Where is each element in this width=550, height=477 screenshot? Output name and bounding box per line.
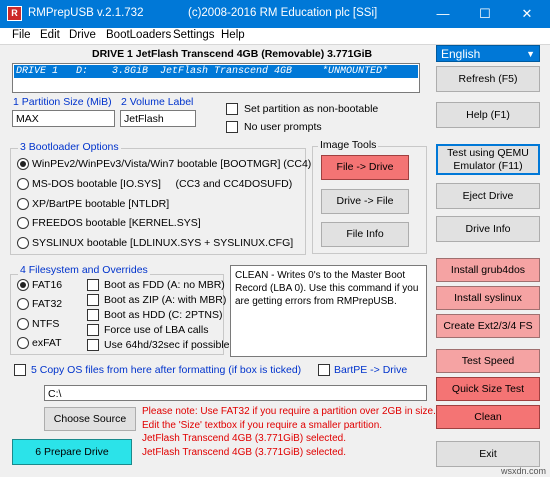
- test-qemu-button[interactable]: Test using QEMU Emulator (F11): [436, 144, 540, 175]
- file-to-drive-button[interactable]: File -> Drive: [321, 155, 409, 180]
- fs-option-fat32: FAT32: [32, 298, 63, 310]
- boot-hdd-checkbox[interactable]: [87, 309, 99, 321]
- menu-settings[interactable]: Settings: [171, 29, 217, 41]
- volume-label-label: 2 Volume Label: [121, 96, 194, 108]
- choose-source-button[interactable]: Choose Source: [44, 407, 136, 431]
- boot-fdd-label: Boot as FDD (A: no MBR): [104, 279, 225, 291]
- force-lba-label: Force use of LBA calls: [104, 324, 209, 336]
- fs-option-exfat: exFAT: [32, 337, 62, 349]
- no-prompts-label: No user prompts: [244, 121, 322, 133]
- drive-list[interactable]: DRIVE 1 D: 3.8GiB JetFlash Transcend 4GB…: [12, 63, 420, 93]
- fs-radio-fat32[interactable]: [17, 298, 29, 310]
- watermark: wsxdn.com: [500, 466, 546, 476]
- menu-bootloaders[interactable]: BootLoaders: [104, 29, 173, 41]
- maximize-icon: ☐: [479, 6, 491, 21]
- bootloader-option-winpe: WinPEv2/WinPEv3/Vista/Win7 bootable [BOO…: [32, 158, 312, 170]
- image-tools-title: Image Tools: [318, 139, 379, 151]
- bootloader-option-syslinux: SYSLINUX bootable [LDLINUX.SYS + SYSLINU…: [32, 237, 294, 249]
- use-64hd-checkbox[interactable]: [87, 339, 99, 351]
- bootloader-radio-syslinux[interactable]: [17, 237, 29, 249]
- bootloader-option-xp: XP/BartPE bootable [NTLDR]: [32, 198, 170, 210]
- boot-hdd-label: Boot as HDD (C: 2PTNS): [104, 309, 223, 321]
- bootloader-radio-xp[interactable]: [17, 198, 29, 210]
- non-bootable-label: Set partition as non-bootable: [244, 103, 379, 115]
- clean-button[interactable]: Clean: [436, 405, 540, 429]
- bootloader-radio-msdos[interactable]: [17, 178, 29, 190]
- bootloader-option-freedos: FREEDOS bootable [KERNEL.SYS]: [32, 217, 201, 229]
- no-prompts-checkbox[interactable]: [226, 121, 238, 133]
- menu-drive[interactable]: Drive: [67, 29, 98, 41]
- drive-header: DRIVE 1 JetFlash Transcend 4GB (Removabl…: [92, 48, 373, 60]
- partition-size-label: 1 Partition Size (MiB): [13, 96, 112, 108]
- bartpe-checkbox[interactable]: [318, 364, 330, 376]
- fs-radio-ntfs[interactable]: [17, 318, 29, 330]
- window-copyright: (c)2008-2016 RM Education plc [SSi]: [188, 7, 378, 19]
- boot-fdd-checkbox[interactable]: [87, 279, 99, 291]
- message-line: Please note: Use FAT32 if you require a …: [142, 406, 436, 417]
- drive-list-row[interactable]: DRIVE 1 D: 3.8GiB JetFlash Transcend 4GB…: [14, 65, 418, 78]
- copy-os-checkbox[interactable]: [14, 364, 26, 376]
- minimize-icon: —: [436, 6, 450, 21]
- eject-drive-button[interactable]: Eject Drive: [436, 183, 540, 209]
- command-info-box: CLEAN - Writes 0's to the Master Boot Re…: [230, 265, 427, 357]
- language-select[interactable]: English ▼: [436, 45, 540, 62]
- refresh-button[interactable]: Refresh (F5): [436, 66, 540, 92]
- file-info-button[interactable]: File Info: [321, 222, 409, 247]
- create-ext-fs-button[interactable]: Create Ext2/3/4 FS: [436, 314, 540, 338]
- app-icon: R: [7, 6, 22, 21]
- menu-file[interactable]: File: [10, 29, 33, 41]
- source-path-input[interactable]: C:\: [44, 385, 427, 401]
- partition-size-input[interactable]: MAX: [12, 110, 115, 127]
- message-line: JetFlash Transcend 4GB (3.771GiB) select…: [142, 446, 346, 458]
- chevron-down-icon: ▼: [526, 49, 535, 59]
- bootloader-radio-winpe[interactable]: [17, 158, 29, 170]
- menu-help[interactable]: Help: [219, 29, 247, 41]
- close-button[interactable]: ✕: [506, 0, 548, 28]
- message-area: Please note: Use FAT32 if you require a …: [142, 405, 436, 459]
- fs-radio-exfat[interactable]: [17, 337, 29, 349]
- drive-info-button[interactable]: Drive Info: [436, 216, 540, 242]
- non-bootable-checkbox[interactable]: [226, 103, 238, 115]
- minimize-button[interactable]: —: [422, 0, 464, 28]
- menu-edit[interactable]: Edit: [38, 29, 62, 41]
- menu-bar: File Edit Drive BootLoaders Settings Hel…: [0, 28, 550, 45]
- close-icon: ✕: [521, 6, 533, 21]
- copy-os-label: 5 Copy OS files from here after formatti…: [31, 364, 302, 376]
- bootloader-group-title: 3 Bootloader Options: [18, 141, 121, 153]
- install-syslinux-button[interactable]: Install syslinux: [436, 286, 540, 310]
- bartpe-label: BartPE -> Drive: [334, 364, 408, 376]
- bootloader-radio-freedos[interactable]: [17, 217, 29, 229]
- help-button[interactable]: Help (F1): [436, 102, 540, 128]
- bootloader-option-msdos: MS-DOS bootable [IO.SYS] (CC3 and CC4DOS…: [32, 178, 293, 190]
- quick-size-test-button[interactable]: Quick Size Test: [436, 377, 540, 401]
- use-64hd-label: Use 64hd/32sec if possible: [104, 339, 230, 351]
- exit-button[interactable]: Exit: [436, 441, 540, 467]
- message-line: JetFlash Transcend 4GB (3.771GiB) select…: [142, 433, 346, 444]
- prepare-drive-button[interactable]: 6 Prepare Drive: [12, 439, 132, 465]
- language-selected: English: [441, 47, 481, 61]
- boot-zip-label: Boot as ZIP (A: with MBR): [104, 294, 227, 306]
- install-grub4dos-button[interactable]: Install grub4dos: [436, 258, 540, 282]
- test-speed-button[interactable]: Test Speed: [436, 349, 540, 373]
- maximize-button[interactable]: ☐: [464, 0, 506, 28]
- volume-label-input[interactable]: JetFlash: [120, 110, 196, 127]
- boot-zip-checkbox[interactable]: [87, 294, 99, 306]
- message-line: Edit the 'Size' textbox if you require a…: [142, 419, 383, 431]
- filesystem-group-title: 4 Filesystem and Overrides: [18, 264, 150, 276]
- fs-radio-fat16[interactable]: [17, 279, 29, 291]
- drive-to-file-button[interactable]: Drive -> File: [321, 189, 409, 214]
- window-title: RMPrepUSB v.2.1.732: [28, 7, 144, 19]
- fs-option-fat16: FAT16: [32, 279, 63, 291]
- title-bar: R RMPrepUSB v.2.1.732 (c)2008-2016 RM Ed…: [0, 0, 550, 28]
- fs-option-ntfs: NTFS: [32, 318, 60, 330]
- force-lba-checkbox[interactable]: [87, 324, 99, 336]
